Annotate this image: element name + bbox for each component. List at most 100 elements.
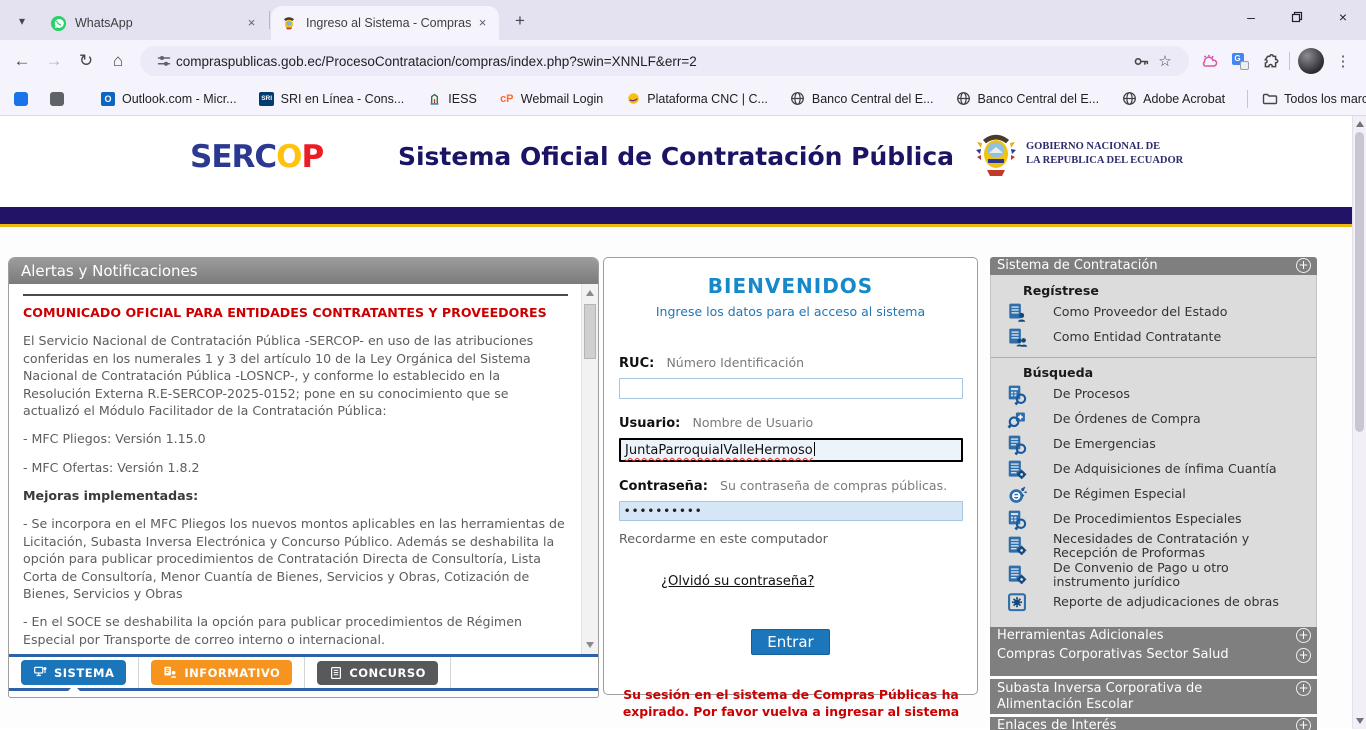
tab-whatsapp[interactable]: WhatsApp × [40, 6, 268, 40]
all-bookmarks-button[interactable]: Todos los marcadores [1262, 91, 1366, 107]
sidebar-item-label: Como Proveedor del Estado [1053, 305, 1227, 319]
bookmark-banco-central-2[interactable]: Banco Central del E... [956, 91, 1100, 107]
remember-me-label[interactable]: Recordarme en este computador [619, 531, 962, 546]
bookmark-sri[interactable]: SRI SRI en Línea - Cons... [259, 91, 405, 107]
scroll-down-icon[interactable] [1356, 718, 1364, 724]
globe-icon [790, 91, 806, 107]
login-button[interactable]: Entrar [751, 629, 829, 655]
close-window-button[interactable]: × [1320, 0, 1366, 34]
bookmark-blue-square[interactable] [14, 92, 28, 106]
scroll-down-icon[interactable] [586, 642, 594, 648]
username-input[interactable]: JuntaParroquialValleHermoso [619, 438, 963, 462]
username-hint: Nombre de Usuario [692, 415, 813, 430]
section-sistema-contratacion[interactable]: Sistema de Contratación + [990, 257, 1317, 275]
bookmark-banco-central-1[interactable]: Banco Central del E... [790, 91, 934, 107]
expand-plus-icon[interactable]: + [1296, 648, 1311, 663]
forward-button[interactable]: → [38, 45, 70, 77]
section-label: Compras Corporativas Sector Salud [997, 647, 1229, 662]
expand-plus-icon[interactable]: + [1296, 628, 1311, 643]
sidebar-item-regimen-especial[interactable]: De Régimen Especial [991, 482, 1316, 507]
alerts-scrollbar[interactable] [581, 284, 598, 654]
sidebar-item-ordenes[interactable]: De Órdenes de Compra [991, 407, 1316, 432]
page-scrollbar[interactable] [1352, 116, 1366, 729]
tab-concurso[interactable]: CONCURSO [317, 661, 438, 685]
sidebar-item-emergencias[interactable]: De Emergencias [991, 432, 1316, 457]
sidebar-item-reporte-obras[interactable]: Reporte de adjudicaciones de obras [991, 590, 1316, 615]
scroll-up-icon[interactable] [586, 290, 594, 296]
search-special-regime-icon [1006, 484, 1028, 506]
tab-label: INFORMATIVO [184, 666, 280, 680]
browser-menu-icon[interactable]: ⋮ [1328, 46, 1358, 76]
bookmark-adobe-acrobat[interactable]: Adobe Acrobat [1121, 91, 1225, 107]
username-label: Usuario: [619, 416, 680, 431]
sidebar-item-proveedor[interactable]: Como Proveedor del Estado [991, 300, 1316, 325]
search-proformas-icon [1006, 535, 1028, 557]
sidebar-item-infima-cuantia[interactable]: De Adquisiciones de ínfima Cuantía [991, 457, 1316, 482]
navigation-band [0, 207, 1352, 227]
tab-label: CONCURSO [349, 666, 426, 680]
contracting-sidebar: Sistema de Contratación + Regístrese Com… [990, 257, 1317, 730]
tab-sistema[interactable]: SISTEMA [21, 660, 126, 685]
tab-compras-publicas[interactable]: Ingreso al Sistema - Compras Pú × [271, 6, 499, 40]
alerts-panel-title: Alertas y Notificaciones [9, 258, 598, 284]
ruc-input[interactable] [619, 378, 963, 399]
sidebar-item-convenio-pago[interactable]: De Convenio de Pago u otro instrumento j… [991, 561, 1316, 590]
scrollbar-thumb[interactable] [584, 304, 596, 359]
translate-panel [1240, 61, 1249, 70]
home-button[interactable]: ⌂ [102, 45, 134, 77]
expand-plus-icon[interactable]: + [1296, 681, 1311, 696]
sidebar-item-entidad[interactable]: Como Entidad Contratante [991, 325, 1316, 350]
section-label: Subasta Inversa Corporativa de Alimentac… [997, 681, 1257, 714]
submit-row: Entrar [619, 629, 962, 655]
sidebar-item-procesos[interactable]: De Procesos [991, 382, 1316, 407]
government-text: GOBIERNO NACIONAL DE LA REPUBLICA DEL EC… [1026, 140, 1183, 168]
tab-close-icon[interactable]: × [243, 15, 260, 32]
expand-plus-icon[interactable]: + [1296, 258, 1311, 273]
section-herramientas-adicionales[interactable]: Herramientas Adicionales + [990, 627, 1317, 645]
tab-informativo[interactable]: INFORMATIVO [151, 660, 292, 685]
new-tab-button[interactable]: + [507, 8, 533, 34]
bookmark-iess[interactable]: IESS [426, 91, 477, 107]
bookmark-webmail[interactable]: cP Webmail Login [499, 91, 603, 107]
bookmark-gray-square[interactable] [50, 92, 64, 106]
password-key-icon[interactable] [1129, 49, 1153, 73]
chevron-down-icon: ▾ [19, 14, 25, 28]
scrollbar-thumb[interactable] [1355, 132, 1364, 432]
site-settings-icon[interactable] [152, 49, 176, 73]
profile-avatar[interactable] [1298, 48, 1324, 74]
ruc-label: RUC: [619, 356, 654, 371]
bookmark-star-icon[interactable]: ☆ [1153, 49, 1177, 73]
password-input[interactable]: •••••••••• [619, 501, 963, 521]
weather-extension-icon[interactable] [1195, 46, 1225, 76]
extensions-puzzle-icon[interactable] [1255, 46, 1285, 76]
registration-entity-icon [1006, 327, 1028, 349]
forgot-password-link[interactable]: ¿Olvidó su contraseña? [661, 574, 814, 589]
translate-extension-icon[interactable]: G [1225, 46, 1255, 76]
sidebar-item-label: Necesidades de Contratación y Recepción … [1053, 532, 1288, 561]
active-tab-notch [68, 685, 80, 691]
restore-button[interactable] [1274, 0, 1320, 34]
ecuador-coat-of-arms [975, 128, 1017, 180]
cnc-icon [625, 91, 641, 107]
bookmark-outlook[interactable]: O Outlook.com - Micr... [100, 91, 237, 107]
scroll-up-icon[interactable] [1356, 121, 1364, 127]
back-button[interactable]: ← [6, 45, 38, 77]
sidebar-item-procedimientos-especiales[interactable]: De Procedimientos Especiales [991, 507, 1316, 532]
tab-search-button[interactable]: ▾ [8, 7, 36, 35]
reload-button[interactable]: ↻ [70, 45, 102, 77]
tab-sistema-cell: SISTEMA [9, 657, 139, 688]
ruc-hint: Número Identificación [666, 355, 804, 370]
bookmark-cnc[interactable]: Plataforma CNC | C... [625, 91, 768, 107]
sidebar-item-necesidades[interactable]: Necesidades de Contratación y Recepción … [991, 532, 1316, 561]
section-subasta-inversa[interactable]: Subasta Inversa Corporativa de Alimentac… [990, 679, 1317, 714]
section-compras-corporativas[interactable]: Compras Corporativas Sector Salud + [990, 645, 1317, 676]
section-enlaces-interes[interactable]: Enlaces de Interés + [990, 717, 1317, 730]
alerts-tab-bar: SISTEMA INFORMATIVO CONCURSO [9, 654, 598, 691]
expand-plus-icon[interactable]: + [1296, 718, 1311, 730]
address-bar[interactable]: compraspublicas.gob.ec/ProcesoContrataci… [140, 46, 1189, 76]
sidebar-item-label: De Procedimientos Especiales [1053, 512, 1242, 526]
minimize-button[interactable]: – [1228, 0, 1274, 34]
alert-paragraph: - En el SOCE se deshabilita la opción pa… [23, 613, 568, 648]
url-text[interactable]: compraspublicas.gob.ec/ProcesoContrataci… [176, 54, 1129, 69]
tab-close-icon[interactable]: × [474, 15, 491, 32]
